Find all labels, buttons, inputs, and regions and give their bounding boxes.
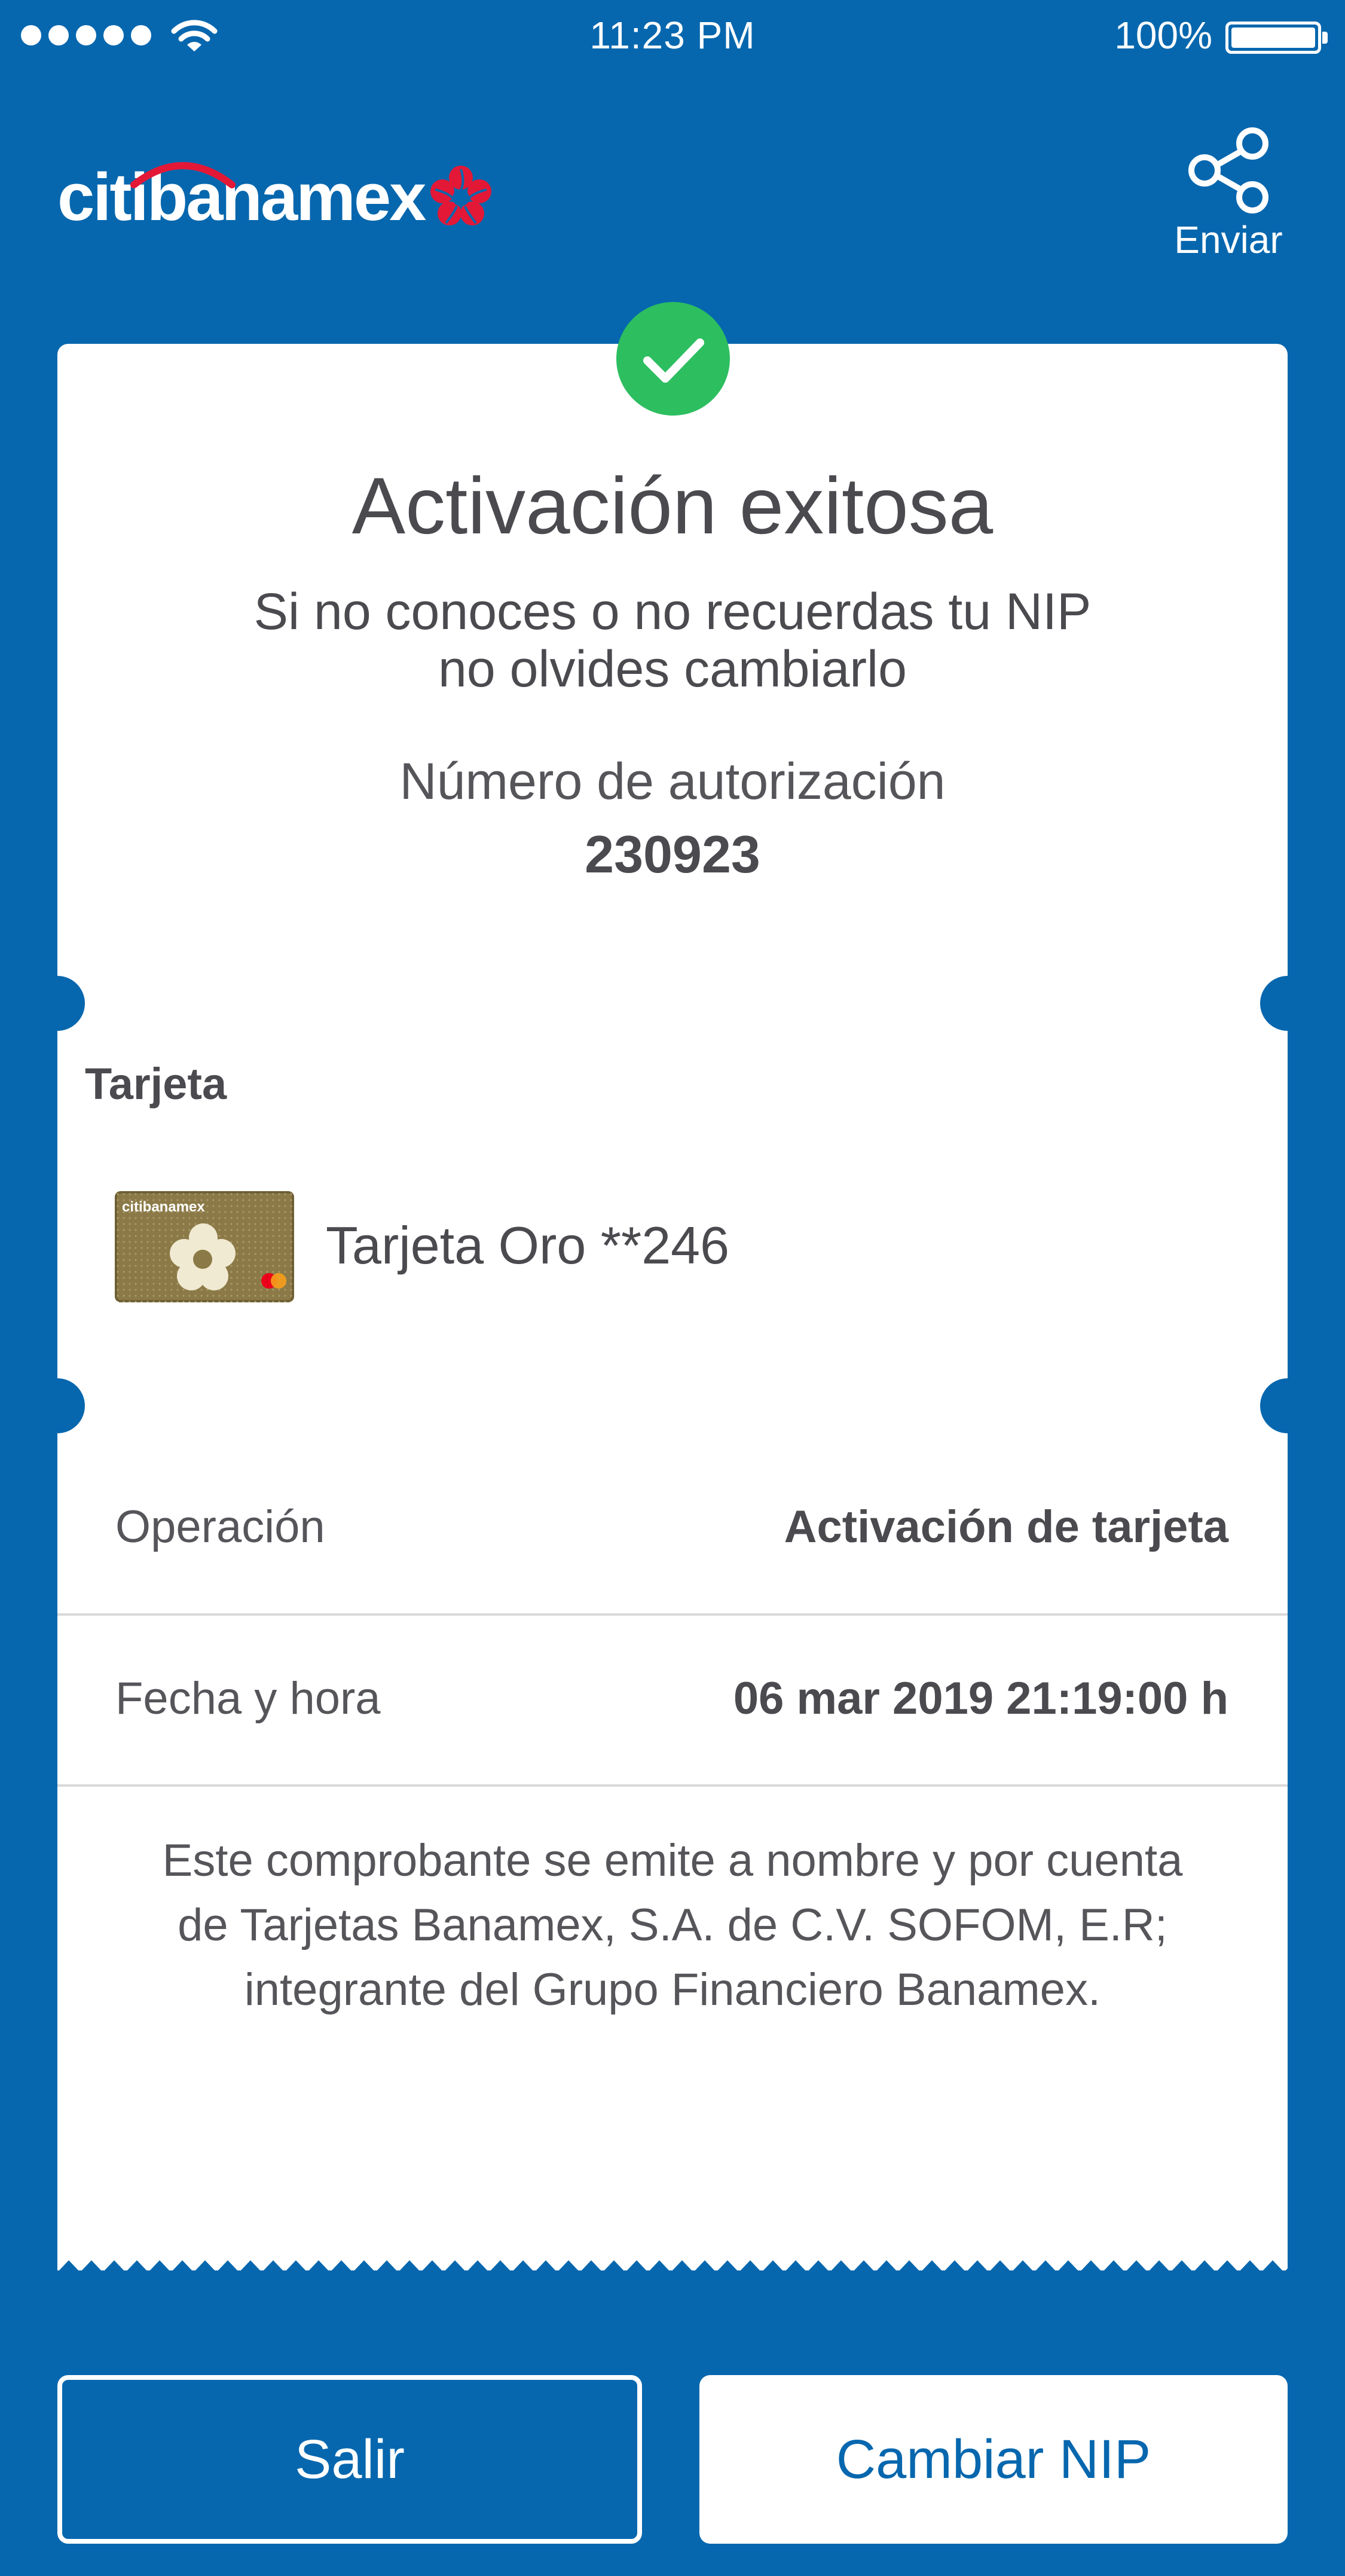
receipt-torn-edge <box>57 2260 1288 2288</box>
row-divider <box>57 1613 1288 1616</box>
datetime-value: 06 mar 2019 21:19:00 h <box>733 1673 1228 1724</box>
gold-card-image: citibanamex <box>115 1191 294 1302</box>
authorization-label: Número de autorización <box>399 753 946 810</box>
battery-icon <box>1225 22 1328 54</box>
banamex-flower-icon <box>430 166 492 225</box>
exit-button[interactable]: Salir <box>57 2375 642 2544</box>
share-button[interactable]: Enviar <box>1154 126 1303 281</box>
datetime-label: Fecha y hora <box>115 1673 381 1724</box>
page-title: Activación exitosa <box>351 462 994 551</box>
change-pin-button[interactable]: Cambiar NIP <box>699 2375 1288 2544</box>
authorization-number: 230923 <box>585 825 760 884</box>
share-label: Enviar <box>1174 218 1283 261</box>
card-thumb-brand: citibanamex <box>122 1199 205 1215</box>
citibanamex-logo: citibanamex <box>57 152 494 242</box>
subtitle-line-1: Si no conoces o no recuerdas tu NIP <box>253 583 1092 640</box>
status-bar: 11:23 PM 100% <box>0 0 1345 78</box>
ticket-notch-left <box>30 976 85 1031</box>
disclaimer-line-3: integrante del Grupo Financiero Banamex. <box>244 1964 1101 2015</box>
disclaimer-line-1: Este comprobante se emite a nombre y por… <box>162 1835 1183 1886</box>
success-check-icon <box>616 302 730 416</box>
battery-percentage: 100% <box>1114 14 1212 57</box>
row-divider <box>57 1784 1288 1787</box>
ticket-notch-left <box>30 1378 85 1433</box>
share-icon <box>1188 127 1268 213</box>
ticket-notch-right <box>1260 1378 1315 1433</box>
change-pin-button-label: Cambiar NIP <box>836 2428 1151 2490</box>
card-section-label: Tarjeta <box>85 1059 227 1109</box>
subtitle-line-2: no olvides cambiarlo <box>438 640 907 698</box>
ticket-notch-right <box>1260 976 1315 1031</box>
citi-arc-icon <box>130 162 236 188</box>
logo-text: citibanamex <box>57 160 426 234</box>
subtitle: Si no conoces o no recuerdas tu NIP no o… <box>57 583 1288 698</box>
card-name: Tarjeta Oro **246 <box>326 1216 730 1275</box>
legal-disclaimer: Este comprobante se emite a nombre y por… <box>57 1829 1288 2022</box>
operation-value: Activación de tarjeta <box>784 1501 1228 1552</box>
exit-button-label: Salir <box>294 2428 405 2490</box>
operation-label: Operación <box>115 1501 325 1552</box>
disclaimer-line-2: de Tarjetas Banamex, S.A. de C.V. SOFOM,… <box>178 1900 1167 1951</box>
